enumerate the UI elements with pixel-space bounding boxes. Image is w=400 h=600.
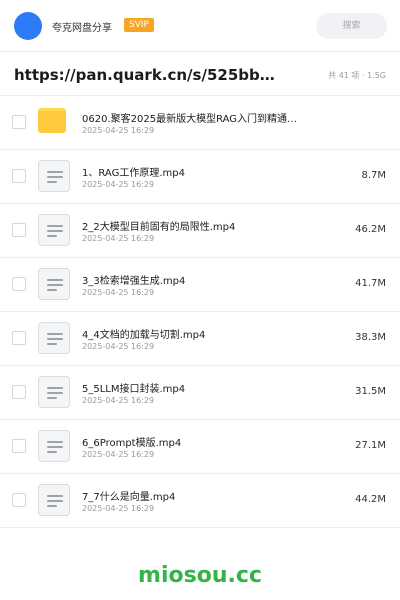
file-size: 8.7M: [361, 170, 386, 181]
file-name[interactable]: 3_3检索增强生成.mp4: [82, 272, 314, 287]
video-file-icon: [38, 160, 70, 192]
file-name[interactable]: 2_2大模型目前固有的局限性.mp4: [82, 218, 314, 233]
file-row[interactable]: 3_3检索增强生成.mp4 2025-04-25 16:29 41.7M: [0, 258, 400, 312]
brand-title: 夸克网盘分享: [52, 23, 112, 34]
file-date: 2025-04-25 16:29: [82, 180, 155, 189]
file-date: 2025-04-25 16:29: [82, 396, 155, 405]
quark-logo-icon[interactable]: [14, 12, 42, 40]
file-row[interactable]: 6_6Prompt模版.mp4 2025-04-25 16:29 27.1M: [0, 420, 400, 474]
file-row[interactable]: 7_7什么是向量.mp4 2025-04-25 16:29 44.2M: [0, 474, 400, 528]
folder-icon: [38, 106, 70, 138]
select-checkbox[interactable]: [12, 115, 26, 129]
file-size: 38.3M: [355, 332, 386, 343]
share-url-title: https://pan.quark.cn/s/525bb8ea…: [14, 66, 284, 84]
select-checkbox[interactable]: [12, 169, 26, 183]
file-list: 0620.聚客2025最新版大模型RAG入门到精通… 2025-04-25 16:…: [0, 96, 400, 528]
svip-badge: SVIP: [124, 18, 154, 32]
share-title-bar: https://pan.quark.cn/s/525bb8ea… 共 41 项 …: [0, 52, 400, 96]
file-date: 2025-04-25 16:29: [82, 504, 155, 513]
file-row[interactable]: 5_5LLM接口封装.mp4 2025-04-25 16:29 31.5M: [0, 366, 400, 420]
file-date: 2025-04-25 16:29: [82, 234, 155, 243]
select-checkbox[interactable]: [12, 331, 26, 345]
video-file-icon: [38, 376, 70, 408]
video-file-icon: [38, 484, 70, 516]
video-file-icon: [38, 430, 70, 462]
file-size: 44.2M: [355, 494, 386, 505]
video-file-icon: [38, 322, 70, 354]
watermark-text: miosou.cc: [138, 563, 262, 588]
video-file-icon: [38, 268, 70, 300]
file-date: 2025-04-25 16:29: [82, 126, 155, 135]
file-name[interactable]: 6_6Prompt模版.mp4: [82, 434, 314, 449]
select-checkbox[interactable]: [12, 493, 26, 507]
file-date: 2025-04-25 16:29: [82, 450, 155, 459]
video-file-icon: [38, 214, 70, 246]
file-name[interactable]: 7_7什么是向量.mp4: [82, 488, 314, 503]
file-row[interactable]: 1、RAG工作原理.mp4 2025-04-25 16:29 8.7M: [0, 150, 400, 204]
file-row[interactable]: 4_4文档的加载与切割.mp4 2025-04-25 16:29 38.3M: [0, 312, 400, 366]
file-size: 46.2M: [355, 224, 386, 235]
file-name[interactable]: 4_4文档的加载与切割.mp4: [82, 326, 314, 341]
file-date: 2025-04-25 16:29: [82, 342, 155, 351]
file-size: 41.7M: [355, 278, 386, 289]
select-checkbox[interactable]: [12, 223, 26, 237]
search-input[interactable]: 搜索: [316, 13, 387, 39]
file-row[interactable]: 2_2大模型目前固有的局限性.mp4 2025-04-25 16:29 46.2M: [0, 204, 400, 258]
file-name[interactable]: 0620.聚客2025最新版大模型RAG入门到精通…: [82, 110, 314, 125]
file-name[interactable]: 1、RAG工作原理.mp4: [82, 164, 314, 179]
top-header: 夸克网盘分享 SVIP 搜索: [0, 0, 400, 52]
select-checkbox[interactable]: [12, 385, 26, 399]
select-checkbox[interactable]: [12, 439, 26, 453]
file-size: 27.1M: [355, 440, 386, 451]
file-size: 31.5M: [355, 386, 386, 397]
file-date: 2025-04-25 16:29: [82, 288, 155, 297]
file-name[interactable]: 5_5LLM接口封装.mp4: [82, 380, 314, 395]
select-checkbox[interactable]: [12, 277, 26, 291]
share-meta-count: 共 41 项 · 1.5G: [328, 71, 386, 80]
file-row[interactable]: 0620.聚客2025最新版大模型RAG入门到精通… 2025-04-25 16:…: [0, 96, 400, 150]
